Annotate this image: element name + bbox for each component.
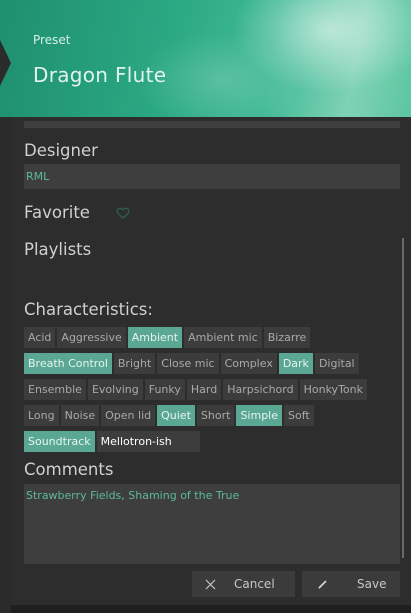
tag-digital[interactable]: Digital — [314, 353, 359, 374]
tag-bizarre[interactable]: Bizarre — [263, 327, 311, 348]
tag-noise[interactable]: Noise — [60, 405, 100, 426]
tag-row: Acid Aggressive Ambient Ambient mic Biza… — [24, 327, 394, 350]
bottom-strip — [11, 605, 411, 613]
comments-field[interactable]: Strawberry Fields, Shaming of the True — [24, 484, 400, 564]
preset-header: Preset Dragon Flute — [0, 0, 411, 117]
tag-long[interactable]: Long — [24, 405, 59, 426]
designer-field[interactable]: RML — [24, 164, 400, 189]
preset-label: Preset — [33, 33, 71, 47]
comments-label: Comments — [24, 460, 114, 479]
tag-close-mic[interactable]: Close mic — [157, 353, 219, 374]
tag-harpsichord[interactable]: Harpsichord — [223, 379, 298, 400]
tag-complex[interactable]: Complex — [220, 353, 277, 374]
top-divider-bar — [24, 121, 400, 128]
custom-tag-input[interactable]: Mellotron-ish — [96, 431, 200, 452]
preset-name[interactable]: Dragon Flute — [33, 63, 166, 87]
pencil-icon — [317, 578, 329, 590]
tag-row: Long Noise Open lid Quiet Short Simple S… — [24, 405, 394, 428]
tag-open-lid[interactable]: Open lid — [101, 405, 156, 426]
tag-acid[interactable]: Acid — [24, 327, 56, 348]
tag-row: Ensemble Evolving Funky Hard Harpsichord… — [24, 379, 394, 402]
close-icon — [205, 579, 216, 590]
tag-quiet[interactable]: Quiet — [157, 405, 195, 426]
favorite-label: Favorite — [24, 203, 90, 222]
save-button[interactable]: Save — [302, 571, 400, 597]
cancel-button[interactable]: Cancel — [192, 571, 295, 597]
tag-simple[interactable]: Simple — [236, 405, 282, 426]
header-notch — [0, 40, 11, 86]
save-label: Save — [357, 577, 387, 591]
scrollbar[interactable] — [402, 238, 404, 558]
tag-ambient[interactable]: Ambient — [127, 327, 183, 348]
characteristics-tags: Acid Aggressive Ambient Ambient mic Biza… — [24, 327, 394, 457]
tag-ensemble[interactable]: Ensemble — [24, 379, 86, 400]
tag-hard[interactable]: Hard — [186, 379, 222, 400]
tag-breath-control[interactable]: Breath Control — [24, 353, 112, 374]
tag-dark[interactable]: Dark — [278, 353, 313, 374]
tag-funky[interactable]: Funky — [144, 379, 185, 400]
tag-row: Soundtrack Mellotron-ish — [24, 431, 394, 454]
designer-label: Designer — [24, 141, 98, 160]
characteristics-label: Characteristics: — [24, 300, 153, 319]
tag-ambient-mic[interactable]: Ambient mic — [184, 327, 262, 348]
tag-soft[interactable]: Soft — [284, 405, 314, 426]
cancel-label: Cancel — [234, 577, 275, 591]
tag-row: Breath Control Bright Close mic Complex … — [24, 353, 394, 376]
tag-evolving[interactable]: Evolving — [87, 379, 143, 400]
tag-honkytonk[interactable]: HonkyTonk — [299, 379, 367, 400]
tag-soundtrack[interactable]: Soundtrack — [24, 431, 95, 452]
playlists-label: Playlists — [24, 240, 92, 259]
heart-icon[interactable] — [116, 205, 130, 220]
tag-aggressive[interactable]: Aggressive — [57, 327, 126, 348]
tag-short[interactable]: Short — [196, 405, 235, 426]
tag-bright[interactable]: Bright — [113, 353, 156, 374]
